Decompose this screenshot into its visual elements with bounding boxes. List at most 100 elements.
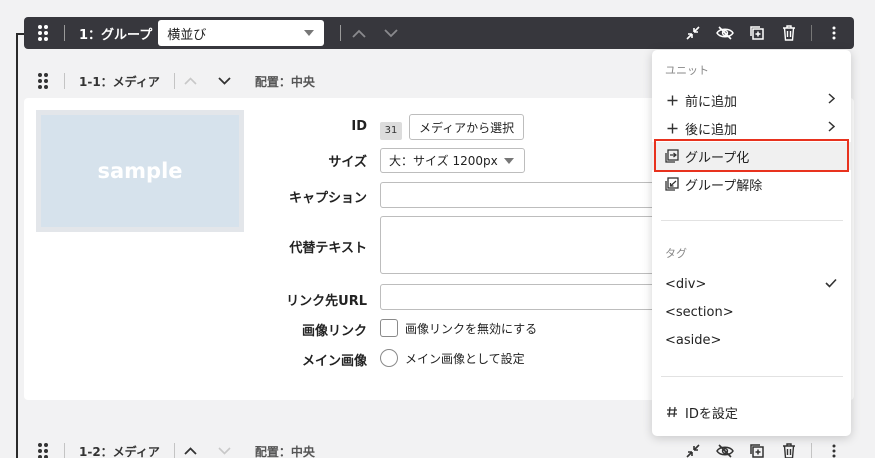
caption-input[interactable] — [380, 182, 680, 208]
divider — [340, 25, 342, 41]
duplicate-icon — [750, 26, 764, 40]
menu-item-label: グループ解除 — [685, 178, 763, 194]
divider — [811, 443, 812, 458]
divider — [64, 443, 65, 458]
id-badge: 31 — [380, 118, 402, 140]
collapse-button[interactable] — [683, 23, 703, 43]
trash-icon — [783, 25, 795, 41]
thumbnail-text: sample — [41, 115, 239, 227]
move-up-button[interactable] — [181, 441, 201, 458]
chevron-up-icon — [352, 29, 366, 38]
group-header: 1：グループ 横並び — [24, 17, 854, 49]
duplicate-button[interactable] — [747, 441, 767, 458]
menu-divider — [661, 376, 843, 377]
image-link-checkbox[interactable] — [380, 319, 398, 337]
link-url-label: リンク先URL — [286, 294, 367, 309]
menu-item-label: <div> — [665, 276, 707, 292]
drag-handle-icon[interactable] — [38, 443, 48, 458]
collapse-button[interactable] — [683, 441, 703, 458]
menu-item-label: 後に追加 — [685, 122, 738, 138]
menu-item-set-id[interactable]: IDを設定 — [652, 398, 851, 426]
main-image-radio[interactable] — [380, 349, 398, 367]
chevron-right-icon — [828, 121, 836, 136]
more-vertical-icon — [832, 26, 836, 40]
select-media-button[interactable]: メディアから選択 — [409, 114, 525, 140]
placement-label: 配置：中央 — [254, 74, 315, 89]
move-up-button[interactable] — [349, 23, 369, 43]
alt-text-input[interactable] — [380, 216, 680, 274]
move-up-button[interactable] — [181, 71, 201, 91]
duplicate-button[interactable] — [747, 23, 767, 43]
menu-item-label: <aside> — [665, 332, 722, 348]
caret-down-icon — [504, 158, 514, 164]
main-image-option[interactable]: メイン画像として設定 — [380, 349, 525, 367]
delete-button[interactable] — [779, 441, 799, 458]
highlight-frame — [654, 139, 849, 172]
more-menu-button[interactable] — [824, 441, 844, 458]
id-label: ID — [351, 119, 367, 134]
plus-icon — [665, 121, 679, 135]
unit-header: 1-2：メディア 配置：中央 — [24, 436, 854, 458]
image-link-label: 画像リンク — [301, 324, 367, 339]
chevron-down-icon — [384, 28, 398, 37]
duplicate-icon — [750, 444, 764, 458]
menu-item-label: IDを設定 — [685, 406, 738, 422]
menu-item-ungroup[interactable]: グループ解除 — [652, 170, 851, 198]
more-vertical-icon — [832, 444, 836, 458]
group-toolbar — [683, 17, 844, 49]
layout-select-value: 横並び — [167, 27, 207, 43]
unit-title: 1-1：メディア — [79, 74, 160, 89]
menu-item-tag-aside[interactable]: <aside> — [652, 326, 851, 354]
visibility-button[interactable] — [715, 23, 735, 43]
size-select-value: 大：サイズ 1200px — [389, 154, 498, 168]
group-title: 1：グループ — [79, 27, 153, 43]
menu-item-label: 前に追加 — [685, 94, 738, 110]
plus-icon — [665, 93, 679, 107]
unit-toolbar — [683, 436, 844, 458]
image-link-option-label: 画像リンクを無効にする — [405, 321, 538, 336]
alt-text-label: 代替テキスト — [289, 241, 367, 256]
divider — [64, 73, 65, 89]
chevron-right-icon — [828, 93, 836, 108]
check-icon — [825, 277, 837, 292]
chevron-up-icon — [184, 447, 197, 455]
tree-line — [16, 33, 18, 458]
caption-label: キャプション — [288, 191, 367, 206]
more-menu-button[interactable] — [824, 23, 844, 43]
move-down-button[interactable] — [215, 71, 235, 91]
size-select[interactable]: 大：サイズ 1200px — [380, 148, 525, 173]
media-thumbnail[interactable]: sample — [36, 110, 244, 232]
unit-title: 1-2：メディア — [79, 444, 160, 458]
placement-label: 配置：中央 — [254, 444, 315, 458]
drag-handle-icon[interactable] — [38, 73, 48, 89]
image-link-option[interactable]: 画像リンクを無効にする — [380, 319, 537, 337]
delete-button[interactable] — [779, 23, 799, 43]
hash-icon — [665, 405, 679, 419]
caret-down-icon — [304, 30, 315, 36]
chevron-up-icon — [184, 77, 197, 85]
eye-off-icon — [716, 26, 734, 40]
visibility-button[interactable] — [715, 441, 735, 458]
menu-item-label: <section> — [665, 304, 734, 320]
move-down-button[interactable] — [215, 441, 235, 458]
divider — [64, 25, 65, 41]
main-image-label: メイン画像 — [301, 354, 367, 369]
menu-item-tag-div[interactable]: <div> — [652, 270, 851, 298]
main-image-option-label: メイン画像として設定 — [405, 351, 525, 366]
collapse-icon — [686, 444, 700, 458]
link-url-input[interactable] — [380, 284, 680, 310]
eye-off-icon — [716, 444, 734, 458]
menu-item-add-after[interactable]: 後に追加 — [652, 114, 851, 142]
divider — [173, 73, 175, 89]
menu-divider — [661, 220, 843, 221]
move-down-button[interactable] — [381, 23, 401, 43]
trash-icon — [783, 443, 795, 458]
unit-section-heading: ユニット — [665, 64, 709, 77]
divider — [173, 443, 175, 458]
drag-handle-icon[interactable] — [38, 25, 48, 41]
menu-item-add-before[interactable]: 前に追加 — [652, 86, 851, 114]
tag-section-heading: タグ — [665, 247, 687, 260]
layout-select[interactable]: 横並び — [158, 20, 325, 46]
menu-item-tag-section[interactable]: <section> — [652, 298, 851, 326]
chevron-down-icon — [218, 77, 231, 85]
